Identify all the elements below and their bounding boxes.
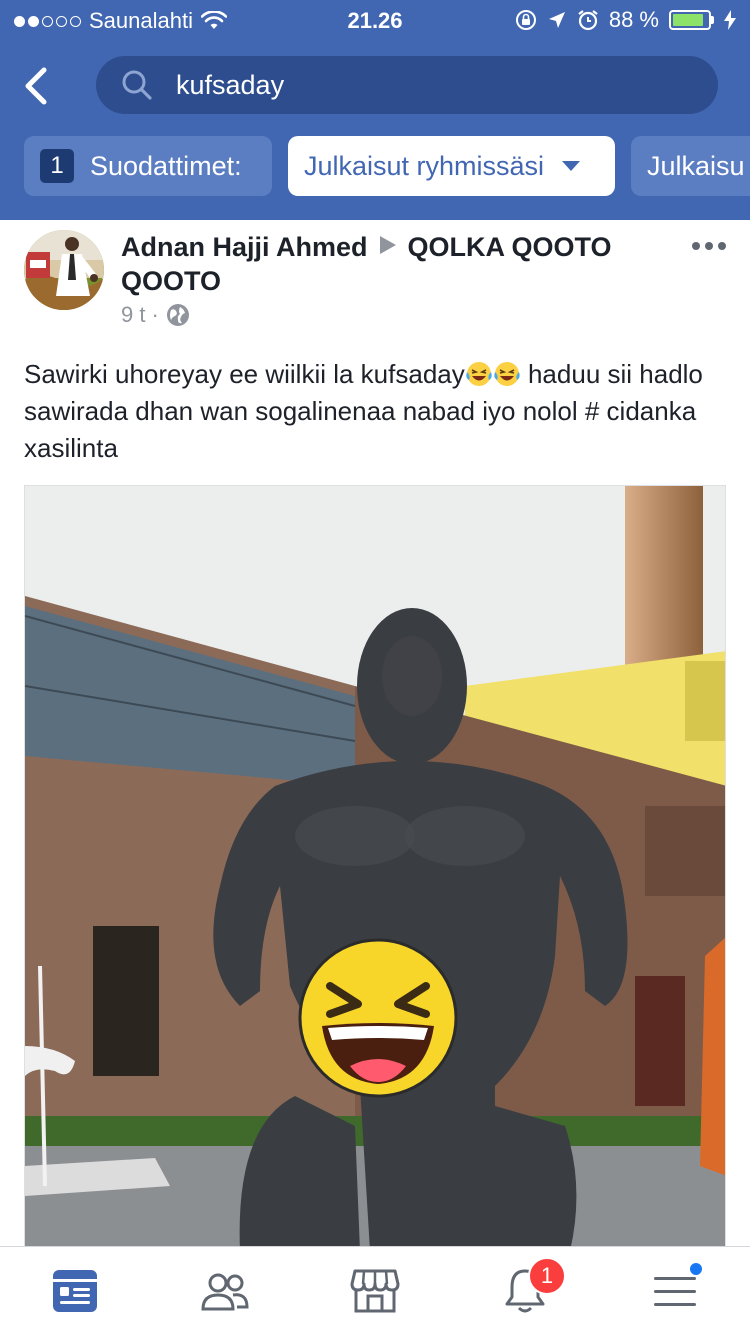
post-timestamp[interactable]: 9 t [121,302,145,328]
post-text: Sawirki uhoreyay ee wiilkii la kufsaday … [24,356,726,467]
tab-news-feed[interactable] [45,1265,105,1317]
rotation-lock-icon [515,10,536,30]
back-button[interactable] [20,62,60,110]
alarm-icon [578,10,598,31]
post-meta: 9 t · [121,302,191,328]
search-input[interactable]: kufsaday [96,56,718,114]
post-card: Adnan Hajji Ahmed QOLKA QOOTO QOOTO 9 t ·… [0,220,750,1250]
shared-to-arrow-icon [379,236,396,254]
groups-filter-label: Julkaisut ryhmissäsi [304,150,545,181]
news-feed-icon [53,1270,97,1312]
author-avatar[interactable] [24,230,104,310]
status-right: 88 % [515,7,736,33]
chevron-left-icon [25,67,47,105]
author-name[interactable]: Adnan Hajji Ahmed [121,232,368,262]
caret-down-icon [562,161,581,171]
laughing-tears-emoji-icon [494,362,520,386]
posts-filter-label: Julkaisu [647,150,745,181]
marketplace-icon [350,1269,400,1313]
location-arrow-icon [548,12,565,28]
top-header: Saunalahti 21.26 88 % kufsaday 1 Suodatt… [0,0,750,220]
bottom-tab-bar: 1 [0,1246,750,1334]
charging-bolt-icon [724,10,736,30]
battery-percent: 88 % [608,7,659,32]
globe-icon [166,304,189,326]
search-query: kufsaday [176,69,285,100]
battery-icon [669,10,714,30]
post-photo[interactable] [24,485,726,1250]
filters-label: Suodattimet: [90,150,242,181]
laughing-tears-emoji-icon [466,362,492,386]
more-options-button[interactable] [692,242,726,250]
post-header: Adnan Hajji Ahmed QOLKA QOOTO QOOTO [121,230,681,298]
notifications-badge: 1 [528,1257,566,1295]
filters-button[interactable]: 1 Suodattimet: [24,136,272,196]
tab-marketplace[interactable] [345,1265,405,1317]
search-icon [122,70,152,100]
groups-filter-dropdown[interactable]: Julkaisut ryhmissäsi [288,136,615,196]
meta-separator: · [151,302,159,327]
status-bar: Saunalahti 21.26 88 % [0,0,750,40]
posts-filter-chip[interactable]: Julkaisu [631,136,750,196]
menu-update-dot [688,1261,704,1277]
tab-friends[interactable] [195,1265,255,1317]
filter-count-badge: 1 [40,149,74,183]
hamburger-menu-icon [654,1277,696,1306]
friends-icon [201,1273,249,1311]
post-text-part1: Sawirki uhoreyay ee wiilkii la kufsaday [24,359,465,389]
filter-bar: 1 Suodattimet: Julkaisut ryhmissäsi Julk… [24,136,750,196]
